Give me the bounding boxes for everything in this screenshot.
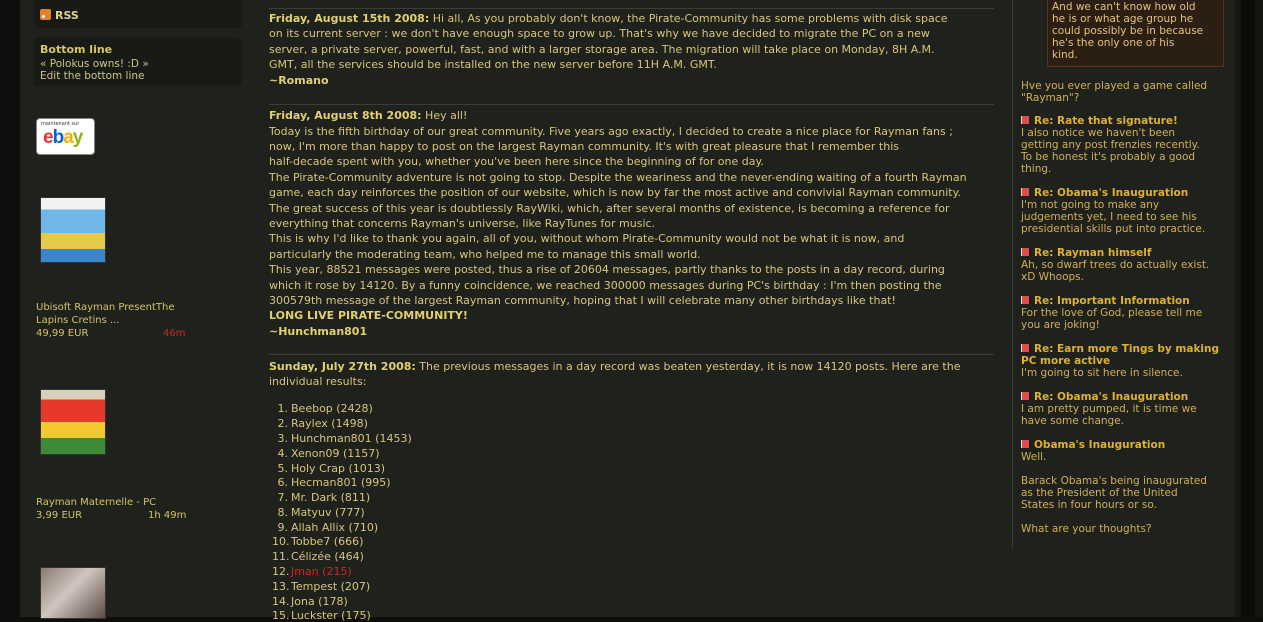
post-link-obama-inauguration[interactable]: Re: Obama's Inauguration — [1021, 187, 1188, 199]
post-excerpt: thing. — [1021, 163, 1052, 175]
post-excerpt: To be honest it's probably a good — [1021, 151, 1196, 163]
news-2-date: Friday, August 8th 2008: — [269, 109, 422, 122]
post-excerpt: I am pretty pumped, it is time we — [1021, 403, 1197, 415]
news-2-line-2: Today is the fifth birthday of our great… — [269, 125, 953, 138]
news-2-line-13: 300579th message of the largest Rayman c… — [269, 294, 896, 307]
intro-text: "Rayman"? — [1021, 92, 1080, 104]
post-excerpt: What are your thoughts? — [1021, 523, 1152, 535]
post-excerpt: getting any post frenzies recently. — [1021, 139, 1200, 151]
bottom-line-quote: « Polokus owns! :D » — [40, 58, 149, 70]
divider — [269, 8, 994, 9]
news-1-date: Friday, August 15th 2008: — [269, 12, 430, 25]
post-excerpt: xD Whoops. — [1021, 271, 1084, 283]
post-link-rayman-himself[interactable]: Re: Rayman himself — [1021, 247, 1151, 259]
product-title-1[interactable]: Ubisoft Rayman PresentThe Lapins Cretins… — [36, 301, 236, 327]
news-2-line-9: This is why I'd like to thank you again,… — [269, 232, 905, 245]
news-2-shout: LONG LIVE PIRATE-COMMUNITY! — [269, 309, 468, 322]
flag-icon — [1021, 392, 1029, 400]
post-link-rate-signature[interactable]: Re: Rate that signature! — [1021, 115, 1178, 127]
bottom-line-title: Bottom line — [40, 43, 113, 56]
product-time-1: 46m — [163, 328, 186, 339]
flag-icon — [1021, 116, 1029, 124]
divider — [1012, 0, 1013, 548]
flag-icon — [1021, 188, 1029, 196]
news-2-line-3: now, I'm more than happy to post on the … — [269, 140, 900, 153]
product-title-2[interactable]: Rayman Maternelle - PC — [36, 496, 236, 509]
news-2-line-12: which it rose by 14120. By a funny coinc… — [269, 279, 942, 292]
product-image-lapins-cretins[interactable] — [40, 197, 106, 263]
product-image-3[interactable] — [40, 567, 106, 619]
post-excerpt: I also notice we haven't been — [1021, 127, 1176, 139]
news-3-line-1: Sunday, July 27th 2008: The previous mes… — [269, 360, 961, 373]
page-edge — [1235, 0, 1263, 617]
news-1-signature: ~Romano — [269, 74, 329, 87]
product-price-2: 3,99 EUR — [36, 510, 83, 521]
rss-icon — [40, 9, 51, 20]
edit-bottom-line-link[interactable]: Edit the bottom line — [40, 70, 145, 82]
ebay-logo[interactable]: maintenant sur ebay — [36, 118, 95, 155]
post-excerpt: Barack Obama's being inaugurated — [1021, 475, 1207, 487]
flag-icon — [1021, 344, 1029, 352]
news-2-line-10: particularly the moderating team, who he… — [269, 248, 701, 261]
post-excerpt: States in four hours or so. — [1021, 499, 1157, 511]
news-2-line-11: This year, 88521 messages were posted, t… — [269, 263, 945, 276]
news-2-line-4: half-decade spent with you, whether you'… — [269, 155, 764, 168]
news-3-line-2: individual results: — [269, 375, 367, 388]
post-excerpt: I'm not going to make any — [1021, 199, 1160, 211]
news-2-line-1: Friday, August 8th 2008: Hey all! — [269, 109, 468, 122]
page-background: RSS Bottom line « Polokus owns! :D » Edi… — [20, 0, 1235, 622]
post-link-obama-inauguration-2[interactable]: Re: Obama's Inauguration — [1021, 391, 1188, 403]
news-1-line-1: Friday, August 15th 2008: Hi all, As you… — [269, 12, 948, 25]
post-excerpt: judgements yet, I need to see his — [1021, 211, 1197, 223]
divider — [269, 354, 994, 355]
post-link-earn-tings[interactable]: Re: Earn more Tings by making — [1021, 343, 1219, 355]
post-link-earn-tings-line2[interactable]: PC more active — [1021, 355, 1110, 367]
flag-icon — [1021, 296, 1029, 304]
news-2-line-7: The great success of this year is doubtl… — [269, 202, 950, 215]
news-1-line-2: on its current server : we don't have en… — [269, 27, 930, 40]
post-excerpt: have some change. — [1021, 415, 1125, 427]
post-excerpt: you are joking! — [1021, 319, 1100, 331]
news-2-line-5: The Pirate-Community adventure is not go… — [269, 171, 967, 184]
rss-label: RSS — [55, 9, 79, 22]
news-1-line-3: server, a private server, powerful, fast… — [269, 43, 935, 56]
product-time-2: 1h 49m — [148, 510, 187, 521]
product-image-rayman-maternelle[interactable] — [40, 389, 106, 455]
news-2-line-6: game, each day reinforces the position o… — [269, 186, 962, 199]
post-link-important-information[interactable]: Re: Important Information — [1021, 295, 1190, 307]
flag-icon — [1021, 440, 1029, 448]
divider — [269, 104, 994, 105]
news-1-line-4: GMT, all the services should be installe… — [269, 58, 717, 71]
news-2-signature: ~Hunchman801 — [269, 325, 368, 338]
post-excerpt: as the President of the United — [1021, 487, 1178, 499]
flag-icon — [1021, 248, 1029, 256]
bottom-line-box: Bottom line « Polokus owns! :D » Edit th… — [34, 38, 242, 86]
intro-text: Hve you ever played a game called — [1021, 80, 1208, 92]
post-excerpt: Ah, so dwarf trees do actually exist. — [1021, 259, 1210, 271]
news-2-line-8: everything that concerns Rayman's univer… — [269, 217, 656, 230]
post-excerpt: presidential skills put into practice. — [1021, 223, 1206, 235]
ebay-wordmark: ebay — [43, 127, 83, 148]
post-link-obama-inauguration-thread[interactable]: Obama's Inauguration — [1021, 439, 1165, 451]
post-excerpt: For the love of God, please tell me — [1021, 307, 1203, 319]
rss-link[interactable]: RSS — [40, 9, 79, 23]
product-price-1: 49,99 EUR — [36, 328, 89, 339]
news-3-date: Sunday, July 27th 2008: — [269, 360, 416, 373]
quote-box: And we can't know how old he is or what … — [1047, 0, 1224, 67]
post-excerpt: I'm going to sit here in silence. — [1021, 367, 1183, 379]
post-excerpt: Well. — [1021, 451, 1047, 463]
